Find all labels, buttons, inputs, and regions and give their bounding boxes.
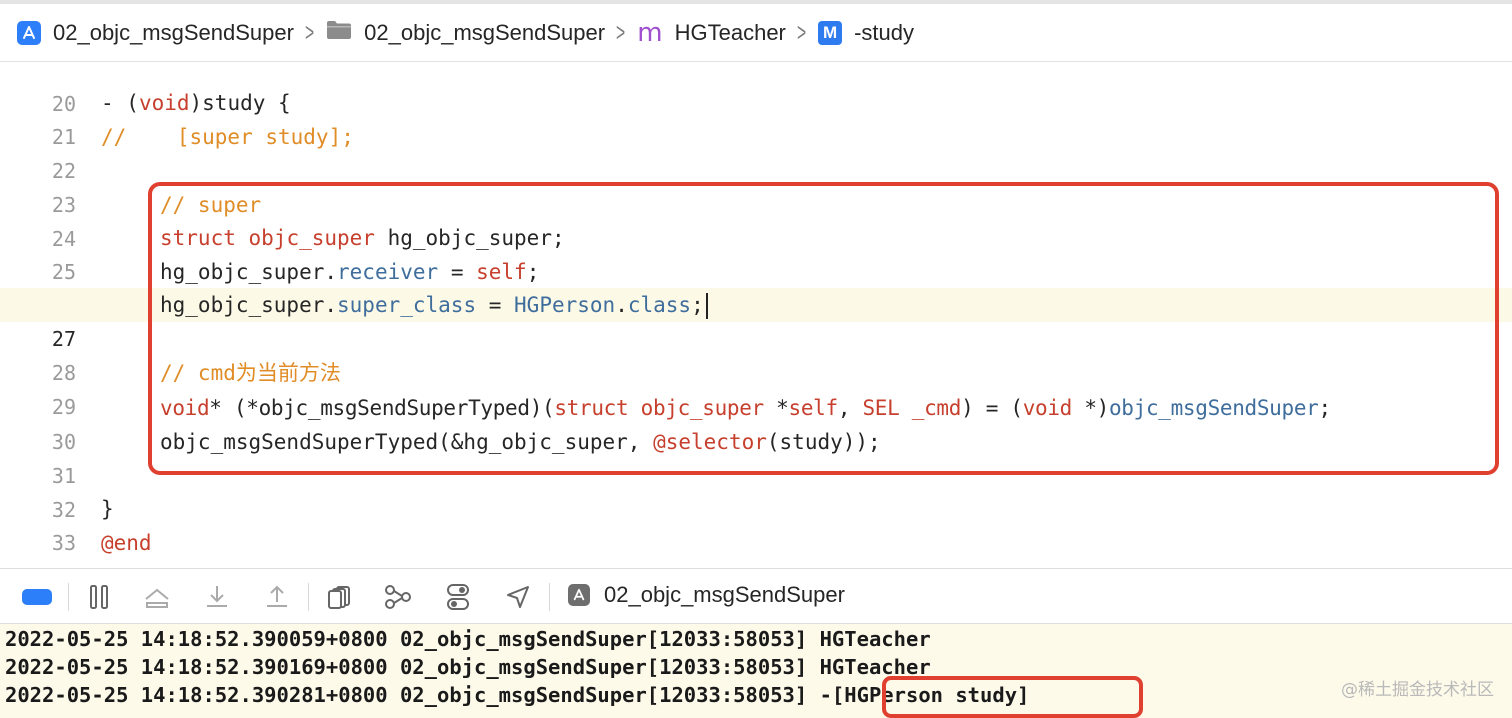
- view-hierarchy-button[interactable]: [325, 583, 355, 611]
- objc-file-icon: m: [637, 17, 663, 48]
- console-line: 2022-05-25 14:18:52.390169+0800 02_objc_…: [5, 655, 931, 679]
- line-number: 34: [0, 560, 76, 566]
- code-editor[interactable]: 20 21 - (void)study { 22 // [super study…: [0, 62, 1512, 566]
- location-arrow-icon: [507, 586, 529, 608]
- code-line: 20: [0, 62, 1512, 116]
- simulate-location-button[interactable]: [503, 583, 533, 611]
- pause-button[interactable]: [84, 583, 114, 611]
- step-over-icon: [145, 588, 169, 608]
- breadcrumb-folder[interactable]: 02_objc_msgSendSuper: [326, 20, 605, 46]
- folder-icon: [326, 20, 352, 46]
- code-line: 34 @end: [0, 526, 1512, 566]
- breadcrumb-folder-label: 02_objc_msgSendSuper: [364, 19, 606, 45]
- chevron-right-icon: >: [616, 17, 626, 47]
- breadcrumb-file-label: HGTeacher: [674, 19, 786, 45]
- breadcrumb-method-label: -study: [854, 19, 914, 45]
- app-target-icon: [568, 584, 590, 606]
- chevron-right-icon: >: [304, 17, 315, 47]
- debug-target-label: 02_objc_msgSendSuper: [604, 582, 845, 607]
- step-out-icon: [267, 585, 287, 607]
- debug-target[interactable]: 02_objc_msgSendSuper: [568, 582, 845, 608]
- code-text: }: [101, 497, 114, 521]
- step-over-button[interactable]: [142, 583, 172, 611]
- breadcrumb-file[interactable]: m HGTeacher: [637, 18, 786, 48]
- highlight-box: [882, 676, 1143, 718]
- view-hierarchy-icon: [328, 586, 350, 609]
- breadcrumb-project[interactable]: 02_objc_msgSendSuper: [17, 20, 294, 46]
- code-keyword: @end: [101, 531, 152, 555]
- breadcrumb-method[interactable]: M -study: [818, 20, 914, 46]
- memory-graph-button[interactable]: [383, 583, 413, 611]
- watermark: @稀土掘金技术社区: [1341, 680, 1494, 700]
- step-into-button[interactable]: [202, 583, 232, 611]
- memory-graph-icon: [385, 585, 411, 609]
- app-store-icon: [17, 20, 41, 45]
- method-icon: M: [818, 20, 843, 45]
- pause-icon: [90, 585, 108, 609]
- code-line: 22 // [super study];: [0, 120, 1512, 183]
- jump-bar: 02_objc_msgSendSuper > 02_objc_msgSendSu…: [0, 0, 1512, 62]
- divider: [68, 583, 69, 611]
- highlight-box: [148, 182, 1499, 475]
- code-text: - (void)study {: [101, 91, 291, 115]
- chevron-right-icon: >: [796, 17, 807, 47]
- console-line: 2022-05-25 14:18:52.390281+0800 02_objc_…: [5, 683, 1030, 707]
- breadcrumb-project-label: 02_objc_msgSendSuper: [53, 19, 294, 45]
- console-line: 2022-05-25 14:18:52.390059+0800 02_objc_…: [5, 627, 931, 651]
- console-toggle-icon: [22, 589, 52, 605]
- step-into-icon: [207, 586, 227, 607]
- step-out-button[interactable]: [262, 583, 292, 611]
- divider: [308, 583, 309, 611]
- toggles-icon: [447, 584, 469, 610]
- code-line: 21 - (void)study {: [0, 86, 1512, 149]
- code-comment: // [super study];: [101, 125, 354, 149]
- code-line: 33 }: [0, 492, 1512, 555]
- divider: [549, 583, 550, 611]
- console-toggle-button[interactable]: [22, 583, 52, 611]
- console-output[interactable]: 2022-05-25 14:18:52.390059+0800 02_objc_…: [0, 624, 1512, 718]
- environment-overrides-button[interactable]: [443, 583, 473, 611]
- debug-bar: 02_objc_msgSendSuper: [0, 568, 1512, 624]
